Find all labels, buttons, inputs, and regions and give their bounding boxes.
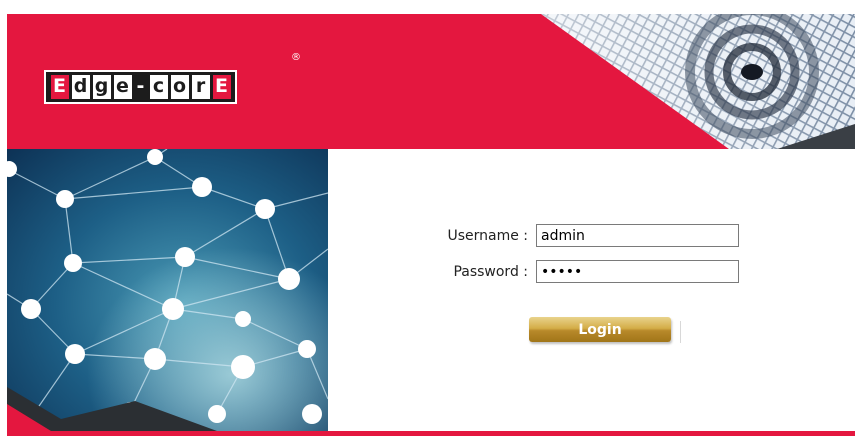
password-input[interactable] [536, 260, 739, 283]
logo-letter: E [50, 75, 69, 99]
logo-letter: E [212, 75, 231, 99]
logo-letter: - [136, 75, 145, 97]
registered-mark: ® [291, 52, 301, 63]
password-row: Password : [431, 260, 739, 283]
logo-letter: d [71, 75, 90, 99]
password-label: Password : [453, 263, 528, 280]
logo-letter: r [191, 75, 210, 99]
username-label: Username : [447, 227, 528, 244]
header-banner: E d g e - c o r E ® [7, 14, 855, 149]
login-button[interactable]: Login [529, 317, 671, 342]
logo-letter: g [92, 75, 111, 99]
network-nodes-icon [7, 149, 328, 431]
footer-accent-line [7, 431, 855, 436]
logo-letter: c [149, 75, 168, 99]
username-input[interactable] [536, 224, 739, 247]
network-nodes-illustration [7, 149, 328, 431]
divider [680, 321, 681, 343]
edgecore-logo: E d g e - c o r E [44, 70, 237, 104]
logo-letter: e [113, 75, 132, 99]
logo-letter: o [170, 75, 189, 99]
username-row: Username : [431, 224, 739, 247]
